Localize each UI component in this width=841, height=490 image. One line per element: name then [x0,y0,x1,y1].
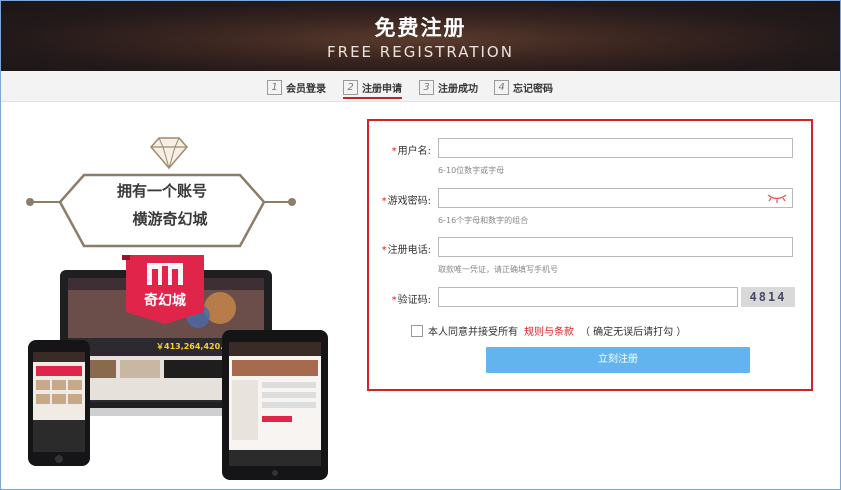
step-login[interactable]: 1 会员登录 [267,78,326,96]
step-nav: 1 会员登录 2 注册申请 3 注册成功 4 忘记密码 [1,71,840,102]
agree-text: 本人同意并接受所有 [428,327,518,338]
slogan-line-1: 拥有一个账号 [117,182,207,200]
password-label: *游戏密码: [381,196,431,207]
brand-name: 奇幻城 [144,292,186,309]
password-hint: 6-16个字母和数字的组合 [438,216,529,225]
step-label: 注册成功 [438,83,478,95]
agree-note: （ 确定无误后请打勾 ） [580,327,687,338]
step-success[interactable]: 3 注册成功 [419,78,478,96]
step-number: 4 [494,79,509,95]
step-label: 忘记密码 [513,83,553,95]
show-password-eye-icon[interactable] [766,192,788,204]
phone-input[interactable] [438,237,793,257]
step-number: 2 [343,79,358,95]
captcha-input[interactable] [438,287,738,307]
agree-checkbox[interactable] [411,324,423,337]
slogan-plaque: 拥有一个账号 横游奇幻城 [26,173,296,248]
terms-link[interactable]: 规则与条款 [524,323,574,338]
promo-illustration: 拥有一个账号 横游奇幻城 ￥413,264,420.08 奇幻城 [26,137,328,480]
phone-mockup [28,340,90,466]
tablet-mockup [222,330,328,480]
step-label: 会员登录 [286,83,326,95]
brand-logo: 奇幻城 [122,255,204,324]
registration-form: *用户名: 6-10位数字或字母 *游戏密码: 6-16个字母和数字的组合 *注… [367,119,813,391]
password-input[interactable] [438,188,793,208]
diamond-icon [150,137,188,170]
register-button[interactable]: 立刻注册 [486,347,750,373]
registration-header: 免费注册 FREE REGISTRATION [1,1,840,71]
slogan-line-2: 横游奇幻城 [132,210,207,228]
step-register[interactable]: 2 注册申请 [343,78,402,99]
page-subtitle: FREE REGISTRATION [327,43,514,61]
step-forgot-password[interactable]: 4 忘记密码 [494,78,553,96]
captcha-label: *验证码: [391,295,431,306]
username-label: *用户名: [391,146,431,157]
captcha-image[interactable]: 4814 [741,287,795,307]
username-input[interactable] [438,138,793,158]
phone-label: *注册电话: [381,245,431,256]
terms-agreement: 本人同意并接受所有 规则与条款 （ 确定无误后请打勾 ） [411,323,686,338]
step-number: 1 [267,79,282,95]
step-label: 注册申请 [362,83,402,95]
page-title: 免费注册 [374,16,467,40]
username-hint: 6-10位数字或字母 [438,166,505,175]
phone-hint: 取款唯一凭证，请正确填写手机号 [438,265,558,274]
step-number: 3 [419,79,434,95]
